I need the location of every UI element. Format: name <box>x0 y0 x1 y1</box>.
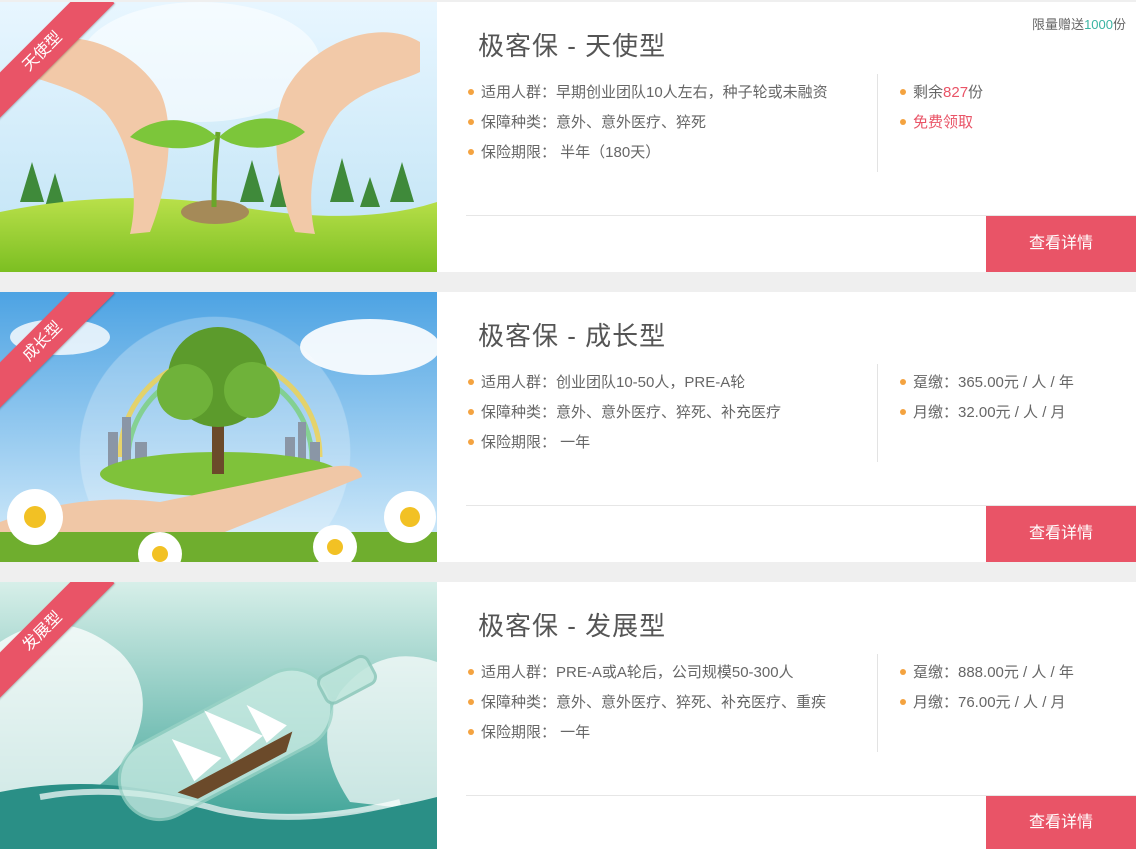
view-details-button[interactable]: 查看详情 <box>986 796 1136 849</box>
quota-note: 限量赠送1000份 <box>1032 17 1126 32</box>
bullet-icon <box>900 378 906 385</box>
bullet-icon <box>468 118 474 125</box>
feature-list: 适用人群：早期创业团队10人左右，种子轮或未融资 保障种类：意外、意外医疗、猝死… <box>466 82 866 172</box>
product-title[interactable]: 极客保 - 发展型 <box>478 606 666 643</box>
remaining-count: 剩余827份 <box>898 82 1118 112</box>
feature-term: 保险期限： 一年 <box>466 722 866 752</box>
divider <box>877 364 878 462</box>
divider <box>877 74 878 172</box>
bullet-icon <box>468 148 474 155</box>
product-card-development: 发展型 极客保 - 发展型 适用人群：PRE-A或A轮后，公司规模50-300人… <box>0 582 1136 849</box>
bullet-icon <box>900 408 906 415</box>
monthly-price: 月缴：76.00元 / 人 / 月 <box>898 692 1118 722</box>
feature-coverage: 保障种类：意外、意外医疗、猝死 <box>466 112 866 142</box>
divider <box>877 654 878 752</box>
feature-audience: 适用人群：早期创业团队10人左右，种子轮或未融资 <box>466 82 866 112</box>
feature-list: 适用人群：PRE-A或A轮后，公司规模50-300人 保障种类：意外、意外医疗、… <box>466 662 866 752</box>
price-info: 趸缴：365.00元 / 人 / 年 月缴：32.00元 / 人 / 月 <box>898 372 1118 432</box>
product-image[interactable]: 天使型 <box>0 2 437 272</box>
bullet-icon <box>468 728 474 735</box>
free-claim-link[interactable]: 免费领取 <box>898 112 1118 142</box>
bullet-icon <box>900 698 906 705</box>
feature-coverage: 保障种类：意外、意外医疗、猝死、补充医疗 <box>466 402 866 432</box>
product-image[interactable]: 成长型 <box>0 292 437 562</box>
bullet-icon <box>900 118 906 125</box>
feature-audience: 适用人群：PRE-A或A轮后，公司规模50-300人 <box>466 662 866 692</box>
price-info: 剩余827份 免费领取 <box>898 82 1118 142</box>
price-info: 趸缴：888.00元 / 人 / 年 月缴：76.00元 / 人 / 月 <box>898 662 1118 722</box>
product-image[interactable]: 发展型 <box>0 582 437 849</box>
feature-audience: 适用人群：创业团队10-50人，PRE-A轮 <box>466 372 866 402</box>
bullet-icon <box>468 88 474 95</box>
product-title[interactable]: 极客保 - 天使型 <box>478 26 666 63</box>
annual-price: 趸缴：888.00元 / 人 / 年 <box>898 662 1118 692</box>
bullet-icon <box>468 438 474 445</box>
feature-list: 适用人群：创业团队10-50人，PRE-A轮 保障种类：意外、意外医疗、猝死、补… <box>466 372 866 462</box>
view-details-button[interactable]: 查看详情 <box>986 216 1136 272</box>
monthly-price: 月缴：32.00元 / 人 / 月 <box>898 402 1118 432</box>
feature-term: 保险期限： 半年（180天） <box>466 142 866 172</box>
bullet-icon <box>468 378 474 385</box>
bullet-icon <box>468 408 474 415</box>
product-card-angel: 天使型 极客保 - 天使型 限量赠送1000份 适用人群：早期创业团队10人左右… <box>0 2 1136 272</box>
annual-price: 趸缴：365.00元 / 人 / 年 <box>898 372 1118 402</box>
product-card-growth: 成长型 极客保 - 成长型 适用人群：创业团队10-50人，PRE-A轮 保障种… <box>0 292 1136 562</box>
bullet-icon <box>468 668 474 675</box>
feature-coverage: 保障种类：意外、意外医疗、猝死、补充医疗、重疾 <box>466 692 866 722</box>
product-list: 天使型 极客保 - 天使型 限量赠送1000份 适用人群：早期创业团队10人左右… <box>0 0 1136 849</box>
bullet-icon <box>468 698 474 705</box>
bullet-icon <box>900 88 906 95</box>
product-title[interactable]: 极客保 - 成长型 <box>478 316 666 353</box>
bullet-icon <box>900 668 906 675</box>
view-details-button[interactable]: 查看详情 <box>986 506 1136 562</box>
feature-term: 保险期限： 一年 <box>466 432 866 462</box>
